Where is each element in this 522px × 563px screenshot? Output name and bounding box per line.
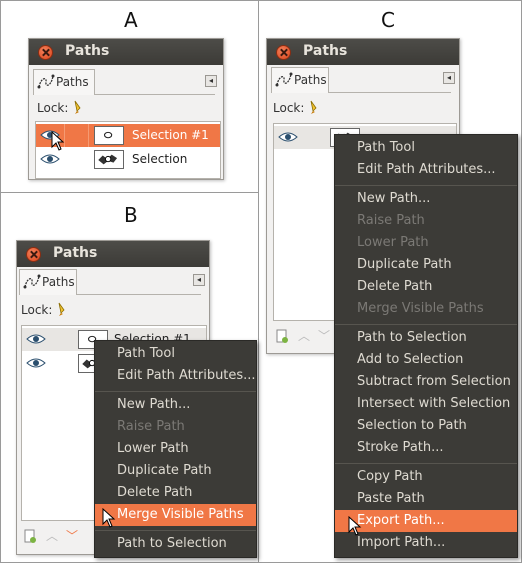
menu-item-duplicate-path[interactable]: Duplicate Path: [335, 254, 517, 276]
window-title: Paths: [303, 43, 348, 59]
menu-item-merge-visible[interactable]: Merge Visible Paths: [95, 504, 256, 526]
lower-path-icon[interactable]: ﹀: [65, 529, 79, 543]
titlebar: Paths: [17, 241, 209, 267]
menu-item-intersect-with-selection[interactable]: Intersect with Selection: [335, 393, 517, 415]
menu-item-new-path[interactable]: New Path...: [335, 188, 517, 210]
menu-item-subtract-from-selection[interactable]: Subtract from Selection: [335, 371, 517, 393]
menu-item-import-path[interactable]: Import Path...: [335, 532, 517, 554]
lock-label: Lock:: [37, 101, 69, 115]
window-title: Paths: [65, 43, 110, 59]
menu-item-paste-path[interactable]: Paste Path: [335, 488, 517, 510]
window-title: Paths: [53, 245, 98, 261]
menu-item-lower-path[interactable]: Lower Path: [95, 438, 256, 460]
eye-icon[interactable]: [40, 152, 60, 166]
tab-menu-icon[interactable]: ◂: [205, 75, 217, 87]
panel-label-b: B: [124, 203, 138, 227]
panel-divider-vertical: [258, 0, 259, 563]
lock-label: Lock:: [21, 303, 53, 317]
menu-item-merge-visible: Merge Visible Paths: [357, 301, 484, 316]
close-icon[interactable]: [38, 45, 53, 60]
tab-paths[interactable]: Paths: [271, 67, 329, 93]
list-buttons: ︿ ﹀: [23, 529, 103, 549]
path-thumbnail: [94, 150, 124, 169]
menu-item-path-to-selection[interactable]: Path to Selection: [335, 327, 517, 349]
menu-item-raise-path: Raise Path: [357, 213, 425, 228]
brush-lock-icon[interactable]: [71, 99, 85, 115]
path-name: Selection: [132, 152, 188, 166]
menu-item-edit-attributes[interactable]: Edit Path Attributes...: [95, 365, 256, 387]
eye-icon[interactable]: [26, 332, 46, 346]
context-menu-b: Path Tool Edit Path Attributes... New Pa…: [94, 340, 257, 558]
new-path-icon[interactable]: [23, 529, 37, 543]
mouse-cursor-icon: [348, 516, 362, 536]
panel-divider-horizontal: [0, 192, 259, 193]
menu-item-delete-path[interactable]: Delete Path: [95, 482, 256, 504]
paths-tab-icon: [23, 274, 41, 289]
tab-menu-icon[interactable]: ◂: [443, 72, 455, 84]
lock-label: Lock:: [273, 101, 305, 115]
brush-lock-icon[interactable]: [55, 301, 69, 317]
menu-item-export-path[interactable]: Export Path...: [335, 510, 517, 532]
tab-menu-icon[interactable]: ◂: [193, 274, 205, 286]
menu-item-add-to-selection[interactable]: Add to Selection: [335, 349, 517, 371]
menu-item-lower-path: Lower Path: [357, 235, 429, 250]
raise-path-icon[interactable]: ︿: [45, 529, 59, 543]
tab-paths[interactable]: Paths: [33, 69, 95, 95]
menu-item-path-tool[interactable]: Path Tool: [335, 137, 517, 159]
path-name: Selection #1: [132, 128, 209, 142]
tab-label: Paths: [56, 75, 89, 89]
menu-item-raise-path: Raise Path: [117, 419, 185, 434]
menu-item-duplicate-path[interactable]: Duplicate Path: [95, 460, 256, 482]
titlebar: Paths: [29, 39, 223, 65]
mouse-cursor-icon: [51, 131, 65, 151]
menu-item-new-path[interactable]: New Path...: [95, 394, 256, 416]
panel-label-a: A: [124, 8, 138, 32]
paths-tab-icon: [37, 74, 55, 89]
paths-tab-icon: [275, 72, 293, 87]
eye-icon[interactable]: [278, 130, 298, 144]
menu-item-selection-to-path[interactable]: Selection to Path: [335, 415, 517, 437]
menu-item-delete-path[interactable]: Delete Path: [335, 276, 517, 298]
menu-item-edit-attributes[interactable]: Edit Path Attributes...: [335, 159, 517, 181]
path-row[interactable]: Selection: [36, 148, 220, 171]
menu-item-path-tool[interactable]: Path Tool: [95, 343, 256, 365]
menu-item-path-to-selection[interactable]: Path to Selection: [95, 533, 256, 555]
mouse-cursor-icon: [102, 508, 116, 528]
tab-label: Paths: [42, 275, 75, 289]
context-menu-c: Path Tool Edit Path Attributes... New Pa…: [334, 134, 518, 558]
tab-label: Paths: [294, 73, 327, 87]
raise-path-icon[interactable]: ︿: [297, 329, 311, 343]
menu-item-copy-path[interactable]: Copy Path: [335, 466, 517, 488]
tab-paths[interactable]: Paths: [19, 269, 77, 295]
titlebar: Paths: [267, 39, 459, 65]
menu-item-stroke-path[interactable]: Stroke Path...: [335, 437, 517, 459]
lower-path-icon[interactable]: ﹀: [317, 329, 331, 343]
new-path-icon[interactable]: [275, 329, 289, 343]
panel-label-c: C: [381, 8, 395, 32]
paths-dialog-a: Paths Paths ◂ Lock: Selection #1 Selecti…: [28, 38, 224, 180]
close-icon[interactable]: [276, 45, 291, 60]
path-thumbnail: [94, 126, 124, 145]
eye-icon[interactable]: [26, 356, 46, 370]
brush-lock-icon[interactable]: [307, 99, 321, 115]
close-icon[interactable]: [26, 247, 41, 262]
